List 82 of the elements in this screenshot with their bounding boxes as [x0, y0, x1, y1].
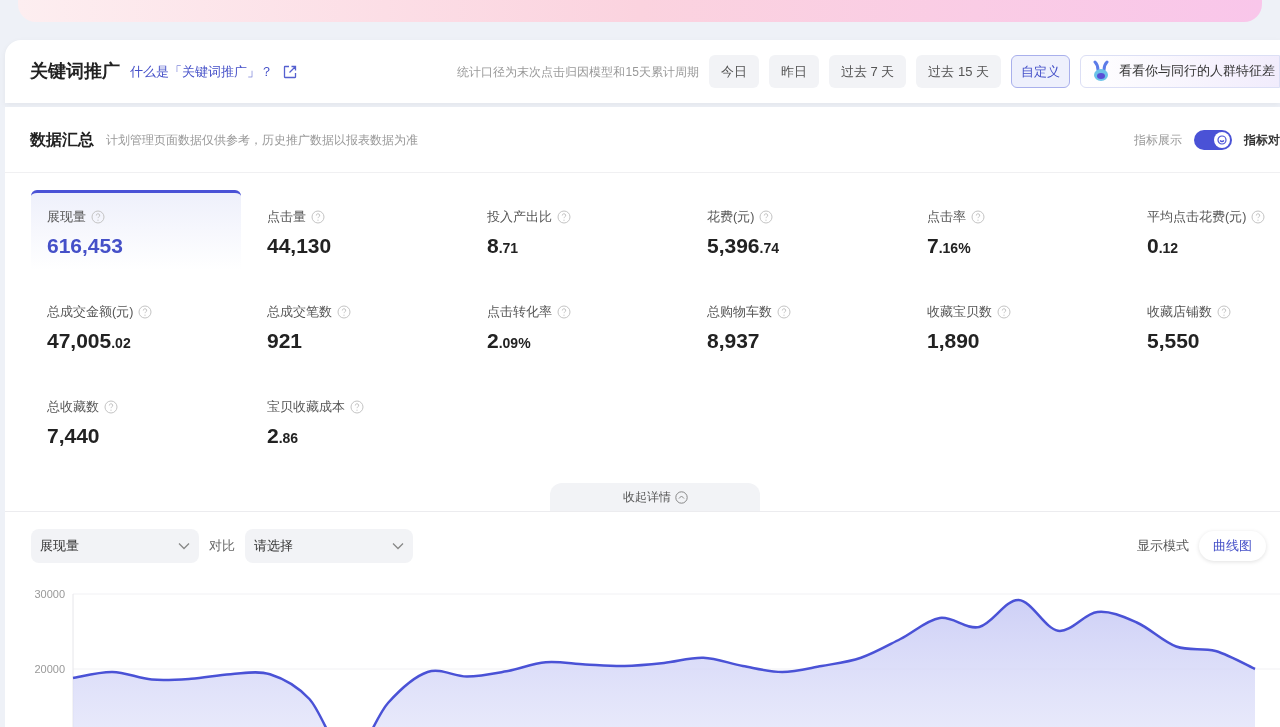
y-axis-label: 30000 — [34, 588, 65, 600]
date-range-button[interactable]: 自定义 — [1011, 55, 1070, 88]
metric-label: 总成交笔数 — [267, 304, 332, 321]
help-icon — [311, 210, 325, 225]
promo-button[interactable]: 看看你与同行的人群特征差 — [1080, 55, 1280, 88]
collapse-tab[interactable]: 收起详情 — [550, 483, 760, 511]
display-mode-button[interactable]: 曲线图 — [1199, 531, 1266, 561]
date-range-button[interactable]: 今日 — [708, 55, 759, 88]
metric-value: 8,937 — [707, 327, 761, 354]
smile-icon — [1217, 134, 1227, 145]
external-link-icon[interactable] — [283, 64, 297, 79]
metric-tile[interactable]: 点击率 7.16% — [911, 190, 1121, 270]
metric-value: 921 — [267, 327, 304, 354]
metric-label: 总成交金额(元) — [47, 304, 134, 321]
section-note: 计划管理页面数据仅供参考，历史推广数据以报表数据为准 — [106, 131, 418, 149]
metric-tile[interactable]: 总成交笔数 921 — [251, 285, 461, 365]
date-range-button[interactable]: 昨日 — [768, 55, 819, 88]
help-icon — [971, 210, 985, 225]
metric-label: 展现量 — [47, 209, 86, 226]
help-icon — [997, 305, 1011, 320]
metric-value: 616,453 — [47, 232, 124, 259]
metric-value: 44,130 — [267, 232, 333, 259]
metric-value: 2.86 — [267, 422, 300, 449]
chevron-down-icon — [178, 542, 190, 550]
metric-tile[interactable]: 平均点击花费(元) 0.12 — [1131, 190, 1280, 270]
help-icon — [1217, 305, 1231, 320]
metric-select[interactable]: 展现量 — [31, 529, 199, 563]
toggle-label: 指标展示 — [1134, 131, 1182, 149]
metric-label: 收藏店铺数 — [1147, 304, 1212, 321]
page-title: 关键词推广 — [30, 60, 120, 83]
metric-label: 平均点击花费(元) — [1147, 209, 1247, 226]
metric-tile[interactable]: 总收藏数 7,440 — [31, 380, 241, 460]
metric-label: 花费(元) — [707, 209, 755, 226]
metric-label: 投入产出比 — [487, 209, 552, 226]
help-icon — [777, 305, 791, 320]
date-range-button[interactable]: 过去 7 天 — [828, 55, 907, 88]
stat-note: 统计口径为末次点击归因模型和15天累计周期 — [457, 63, 699, 81]
metric-value: 0.12 — [1147, 232, 1180, 259]
help-icon — [759, 210, 774, 225]
metric-tile[interactable]: 宝贝收藏成本 2.86 — [251, 380, 461, 460]
metric-label: 总收藏数 — [47, 399, 99, 416]
metric-tile[interactable]: 点击转化率 2.09% — [471, 285, 681, 365]
date-range-button[interactable]: 过去 15 天 — [916, 55, 1001, 88]
section-title: 数据汇总 — [30, 129, 94, 150]
metric-tile[interactable]: 收藏店铺数 5,550 — [1131, 285, 1280, 365]
toggle-switch[interactable] — [1194, 129, 1232, 150]
metric-value: 7,440 — [47, 422, 101, 449]
help-icon — [337, 305, 351, 320]
metric-label: 宝贝收藏成本 — [267, 399, 345, 416]
metric-label: 点击率 — [927, 209, 966, 226]
metric-tile[interactable]: 总购物车数 8,937 — [691, 285, 901, 365]
metric-label: 点击转化率 — [487, 304, 552, 321]
chevron-up-icon — [674, 490, 688, 504]
metric-tile[interactable]: 投入产出比 8.71 — [471, 190, 681, 270]
help-icon — [1251, 210, 1266, 225]
metric-value: 5,550 — [1147, 327, 1201, 354]
compare-label: 对比 — [209, 537, 235, 556]
metric-value: 47,005.02 — [47, 327, 132, 354]
compare-select[interactable]: 请选择 — [245, 529, 413, 563]
help-icon — [350, 400, 364, 415]
metric-value: 8.71 — [487, 232, 520, 259]
help-icon — [557, 210, 571, 225]
metric-tile[interactable]: 收藏宝贝数 1,890 — [911, 285, 1121, 365]
metric-value: 1,890 — [927, 327, 981, 354]
metric-tile[interactable]: 花费(元) 5,396.74 — [691, 190, 901, 270]
metric-tile[interactable]: 总成交金额(元) 47,005.02 — [31, 285, 241, 365]
help-icon — [557, 305, 571, 320]
help-icon — [91, 210, 105, 225]
metric-label: 收藏宝贝数 — [927, 304, 992, 321]
help-icon — [104, 400, 118, 415]
metric-label: 点击量 — [267, 209, 306, 226]
chevron-down-icon — [392, 542, 404, 550]
help-link[interactable]: 什么是「关键词推广」？ — [130, 61, 273, 82]
help-icon — [138, 305, 153, 320]
y-axis-label: 20000 — [34, 663, 65, 675]
metric-tile[interactable]: 点击量 44,130 — [251, 190, 461, 270]
metric-value: 7.16% — [927, 232, 972, 259]
metric-label: 总购物车数 — [707, 304, 772, 321]
metric-value: 5,396.74 — [707, 232, 781, 259]
toggle-label: 指标对 — [1244, 131, 1280, 149]
metric-value: 2.09% — [487, 327, 532, 354]
display-mode-label: 显示模式 — [1137, 537, 1189, 555]
